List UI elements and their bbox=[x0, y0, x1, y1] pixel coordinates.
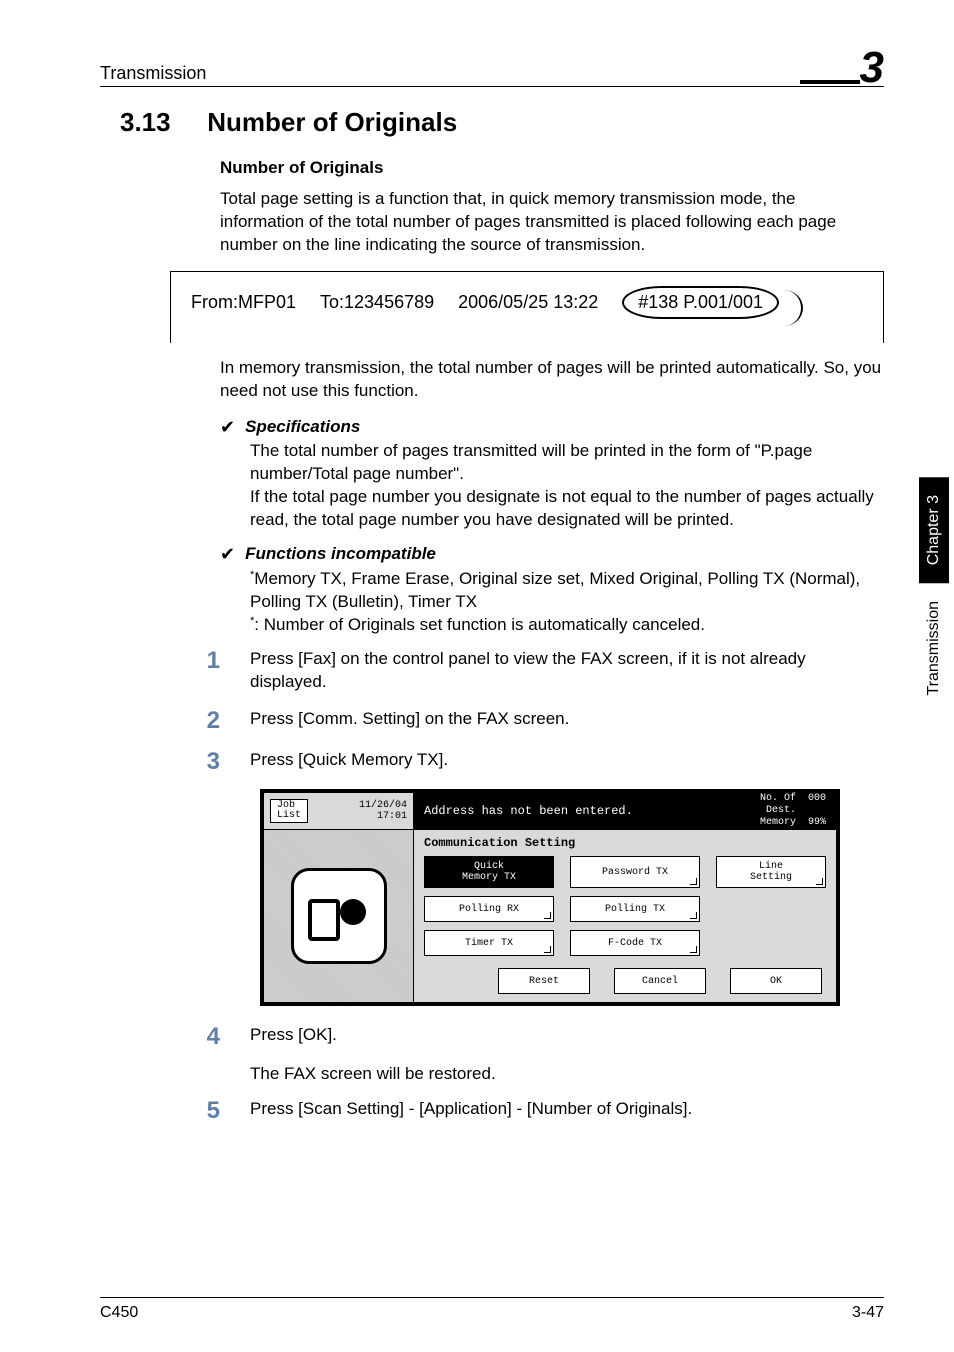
lcd-status-bar: Address has not been entered. No. Of Des… bbox=[414, 793, 836, 829]
check-icon: ✔ bbox=[220, 544, 235, 566]
lcd-dest-count: 000 bbox=[808, 793, 826, 804]
step-3: 3 Press [Quick Memory TX]. bbox=[200, 749, 884, 775]
page-footer: C450 3-47 bbox=[100, 1297, 884, 1322]
footer-right: 3-47 bbox=[852, 1304, 884, 1322]
lcd-top-left: Job List 11/26/04 17:01 bbox=[264, 793, 414, 829]
step-5-text: Press [Scan Setting] - [Application] - [… bbox=[250, 1098, 884, 1121]
specifications-line1: The total number of pages transmitted wi… bbox=[250, 440, 884, 486]
section-number: 3.13 bbox=[120, 107, 200, 138]
step-2-text: Press [Comm. Setting] on the FAX screen. bbox=[250, 708, 884, 731]
lcd-date: 11/26/04 bbox=[359, 800, 407, 811]
polling-rx-button[interactable]: Polling RX bbox=[424, 896, 554, 922]
specifications-line2: If the total page number you designate i… bbox=[250, 486, 884, 532]
step-4-subtext: The FAX screen will be restored. bbox=[250, 1064, 884, 1084]
lcd-empty-cell bbox=[716, 896, 826, 922]
lcd-left-panel bbox=[264, 830, 414, 1002]
lcd-empty-cell bbox=[716, 930, 826, 956]
check-icon: ✔ bbox=[220, 417, 235, 439]
specifications-block: ✔ Specifications The total number of pag… bbox=[220, 417, 884, 532]
ok-button[interactable]: OK bbox=[730, 968, 822, 994]
fax-pagestamp-callout: #138 P.001/001 bbox=[622, 286, 779, 319]
chapter-number: 3 bbox=[860, 46, 884, 90]
step-5: 5 Press [Scan Setting] - [Application] -… bbox=[200, 1098, 884, 1124]
chapter-underline bbox=[800, 80, 860, 84]
step-1: 1 Press [Fax] on the control panel to vi… bbox=[200, 648, 884, 694]
header-chapter: 3 bbox=[800, 40, 884, 84]
lcd-right-panel: Communication Setting Quick Memory TX Pa… bbox=[414, 830, 836, 1002]
line-setting-button[interactable]: Line Setting bbox=[716, 856, 826, 888]
lcd-time: 17:01 bbox=[359, 811, 407, 822]
step-number: 4 bbox=[200, 1024, 220, 1050]
memory-note: In memory transmission, the total number… bbox=[220, 357, 884, 403]
lcd-bottom-bar: Reset Cancel OK bbox=[424, 968, 826, 994]
incompatible-line1: *Memory TX, Frame Erase, Original size s… bbox=[250, 568, 884, 614]
lcd-body: Communication Setting Quick Memory TX Pa… bbox=[264, 829, 836, 1002]
lcd-dest-label: No. Of Dest. bbox=[760, 793, 796, 817]
side-tab-chapter: Chapter 3 bbox=[919, 477, 949, 583]
password-tx-button[interactable]: Password TX bbox=[570, 856, 700, 888]
step-number: 1 bbox=[200, 648, 220, 674]
specifications-label: Specifications bbox=[245, 417, 360, 437]
job-list-button[interactable]: Job List bbox=[270, 799, 308, 823]
step-number: 2 bbox=[200, 708, 220, 734]
lcd-message: Address has not been entered. bbox=[424, 804, 633, 818]
cancel-button[interactable]: Cancel bbox=[614, 968, 706, 994]
section-title-text: Number of Originals bbox=[207, 107, 457, 137]
lcd-top-bar: Job List 11/26/04 17:01 Address has not … bbox=[264, 793, 836, 829]
fax-from: From:MFP01 bbox=[191, 292, 296, 313]
fax-to: To:123456789 bbox=[320, 292, 434, 313]
fax-machine-icon bbox=[291, 868, 387, 964]
lcd-panel: Job List 11/26/04 17:01 Address has not … bbox=[260, 789, 840, 1006]
side-tab-label: Transmission bbox=[919, 583, 949, 710]
lcd-section-title: Communication Setting bbox=[424, 836, 826, 850]
step-2: 2 Press [Comm. Setting] on the FAX scree… bbox=[200, 708, 884, 734]
fax-pagestamp: #138 P.001/001 bbox=[622, 286, 779, 319]
incompatible-line2: *: Number of Originals set function is a… bbox=[250, 614, 884, 637]
fax-timestamp: 2006/05/25 13:22 bbox=[458, 292, 598, 313]
page-header: Transmission 3 bbox=[100, 40, 884, 87]
step-number: 3 bbox=[200, 749, 220, 775]
step-number: 5 bbox=[200, 1098, 220, 1124]
lcd-stats: No. Of Dest. 000 Memory 99% bbox=[760, 793, 826, 829]
intro-paragraph: Total page setting is a function that, i… bbox=[220, 188, 884, 257]
quick-memory-tx-button[interactable]: Quick Memory TX bbox=[424, 856, 554, 888]
footer-left: C450 bbox=[100, 1304, 138, 1322]
lcd-datetime: 11/26/04 17:01 bbox=[359, 800, 407, 822]
fax-header-example: From:MFP01 To:123456789 2006/05/25 13:22… bbox=[170, 271, 884, 343]
timer-tx-button[interactable]: Timer TX bbox=[424, 930, 554, 956]
f-code-tx-button[interactable]: F-Code TX bbox=[570, 930, 700, 956]
lcd-memory-pct: 99% bbox=[808, 817, 826, 828]
reset-button[interactable]: Reset bbox=[498, 968, 590, 994]
incompatible-label: Functions incompatible bbox=[245, 544, 436, 564]
lcd-memory-label: Memory bbox=[760, 817, 796, 828]
side-tab: Chapter 3 Transmission bbox=[914, 310, 954, 710]
lcd-button-grid: Quick Memory TX Password TX Line Setting… bbox=[424, 856, 826, 956]
polling-tx-button[interactable]: Polling TX bbox=[570, 896, 700, 922]
step-4-text: Press [OK]. bbox=[250, 1024, 884, 1047]
section-title: 3.13 Number of Originals bbox=[120, 107, 884, 138]
header-section-label: Transmission bbox=[100, 63, 206, 84]
incompatible-block: ✔ Functions incompatible *Memory TX, Fra… bbox=[220, 544, 884, 636]
step-3-text: Press [Quick Memory TX]. bbox=[250, 749, 884, 772]
step-4: 4 Press [OK]. bbox=[200, 1024, 884, 1050]
subsection-title: Number of Originals bbox=[220, 158, 884, 178]
step-1-text: Press [Fax] on the control panel to view… bbox=[250, 648, 884, 694]
